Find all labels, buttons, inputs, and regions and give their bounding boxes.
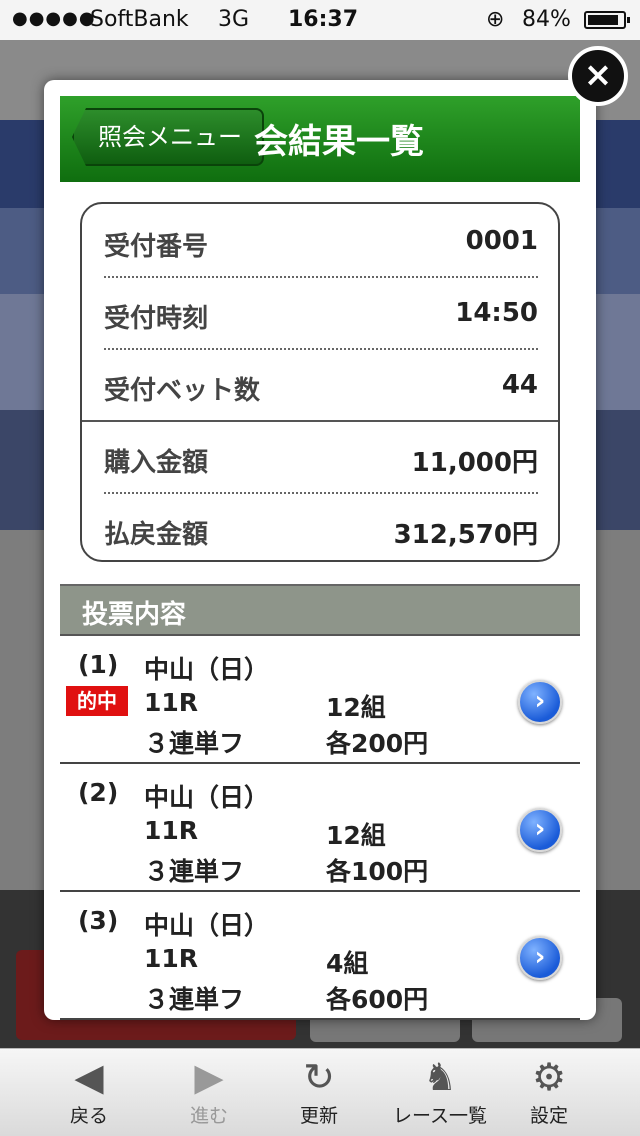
battery-icon xyxy=(584,11,630,29)
vote-contents-header: 投票内容 xyxy=(60,584,580,636)
vote-race: 11R xyxy=(144,944,199,973)
toolbar-race-list-button[interactable]: ♞ レース一覧 xyxy=(380,1049,500,1136)
summary-box: 受付番号 0001 受付時刻 14:50 受付ベット数 44 購入金額 11,0… xyxy=(80,202,560,562)
carrier-name: SoftBank xyxy=(90,7,189,32)
vote-venue: 中山（日） xyxy=(144,911,270,940)
toolbar-forward-button[interactable]: ▶ 進む xyxy=(154,1049,264,1136)
vote-race: 11R xyxy=(144,688,199,717)
summary-value: 312,570円 xyxy=(393,520,538,550)
bottom-toolbar: ◀ 戻る ▶ 進む ↻ 更新 ♞ レース一覧 ⚙ 設定 xyxy=(0,1048,640,1136)
summary-value: 0001 xyxy=(465,226,538,256)
summary-row-receipt-time: 受付時刻 14:50 xyxy=(104,276,538,348)
vote-amount-each: 各600円 xyxy=(326,985,429,1014)
back-to-menu-button[interactable]: 照会メニュー xyxy=(72,108,264,166)
hit-badge: 的中 xyxy=(66,686,128,716)
toolbar-label: 設定 xyxy=(529,1105,568,1127)
summary-row-receipt-number: 受付番号 0001 xyxy=(104,204,538,276)
chevron-right-icon[interactable]: › xyxy=(518,680,562,724)
battery-percent: 84% xyxy=(522,7,571,32)
close-modal-button[interactable]: × xyxy=(568,46,628,106)
network-type: 3G xyxy=(218,7,250,32)
summary-label: 購入金額 xyxy=(104,448,209,478)
summary-label: 受付時刻 xyxy=(104,304,209,334)
vote-race: 11R xyxy=(144,816,199,845)
toolbar-refresh-button[interactable]: ↻ 更新 xyxy=(264,1049,374,1136)
toolbar-label: 更新 xyxy=(299,1105,338,1127)
vote-bet-type: ３連単フ xyxy=(144,857,245,886)
vote-item[interactable]: (3) 中山（日） 11R 4組 ３連単フ 各600円 › xyxy=(60,892,580,1020)
refresh-icon: ↻ xyxy=(303,1055,335,1099)
forward-icon: ▶ xyxy=(194,1055,224,1099)
toolbar-label: 戻る xyxy=(69,1105,108,1127)
race-list-icon: ♞ xyxy=(422,1055,458,1099)
chevron-right-icon[interactable]: › xyxy=(518,808,562,852)
vote-bet-type: ３連単フ xyxy=(144,985,245,1014)
signal-strength-icon: ●●●●● xyxy=(12,8,96,29)
summary-label: 払戻金額 xyxy=(104,520,209,550)
result-modal: 照会メニュー 会結果一覧 受付番号 0001 受付時刻 14:50 受付ベット数… xyxy=(44,80,596,1020)
vote-combinations: 12組 xyxy=(326,821,386,850)
vote-index: (1) xyxy=(78,650,119,679)
modal-header: 照会メニュー 会結果一覧 xyxy=(60,96,580,182)
summary-label: 受付番号 xyxy=(104,232,209,262)
summary-row-bet-count: 受付ベット数 44 xyxy=(104,348,538,420)
toolbar-label: 進む xyxy=(189,1105,228,1127)
rotation-lock-icon: ⊕ xyxy=(486,7,505,32)
vote-item[interactable]: (2) 中山（日） 11R 12組 ３連単フ 各100円 › xyxy=(60,764,580,892)
clock: 16:37 xyxy=(288,7,359,32)
vote-item[interactable]: (1) 的中 中山（日） 11R 12組 ３連単フ 各200円 › xyxy=(60,636,580,764)
vote-combinations: 12組 xyxy=(326,693,386,722)
summary-row-purchase-amount: 購入金額 11,000円 xyxy=(104,420,538,492)
summary-row-payout-amount: 払戻金額 312,570円 xyxy=(104,492,538,564)
vote-combinations: 4組 xyxy=(326,949,369,978)
toolbar-label: レース一覧 xyxy=(392,1105,488,1127)
summary-value: 11,000円 xyxy=(411,448,538,478)
vote-amount-each: 各200円 xyxy=(326,729,429,758)
summary-value: 14:50 xyxy=(455,298,538,328)
chevron-right-icon[interactable]: › xyxy=(518,936,562,980)
status-bar: ●●●●● SoftBank 3G 16:37 ⊕ 84% xyxy=(0,0,640,40)
summary-label: 受付ベット数 xyxy=(104,376,261,406)
vote-index: (3) xyxy=(78,906,119,935)
toolbar-back-button[interactable]: ◀ 戻る xyxy=(34,1049,144,1136)
back-icon: ◀ xyxy=(74,1055,104,1099)
vote-bet-type: ３連単フ xyxy=(144,729,245,758)
summary-value: 44 xyxy=(501,370,538,400)
modal-title: 会結果一覧 xyxy=(254,122,424,162)
vote-index: (2) xyxy=(78,778,119,807)
toolbar-settings-button[interactable]: ⚙ 設定 xyxy=(494,1049,604,1136)
vote-venue: 中山（日） xyxy=(144,655,270,684)
vote-venue: 中山（日） xyxy=(144,783,270,812)
gear-icon: ⚙ xyxy=(531,1055,567,1099)
vote-amount-each: 各100円 xyxy=(326,857,429,886)
